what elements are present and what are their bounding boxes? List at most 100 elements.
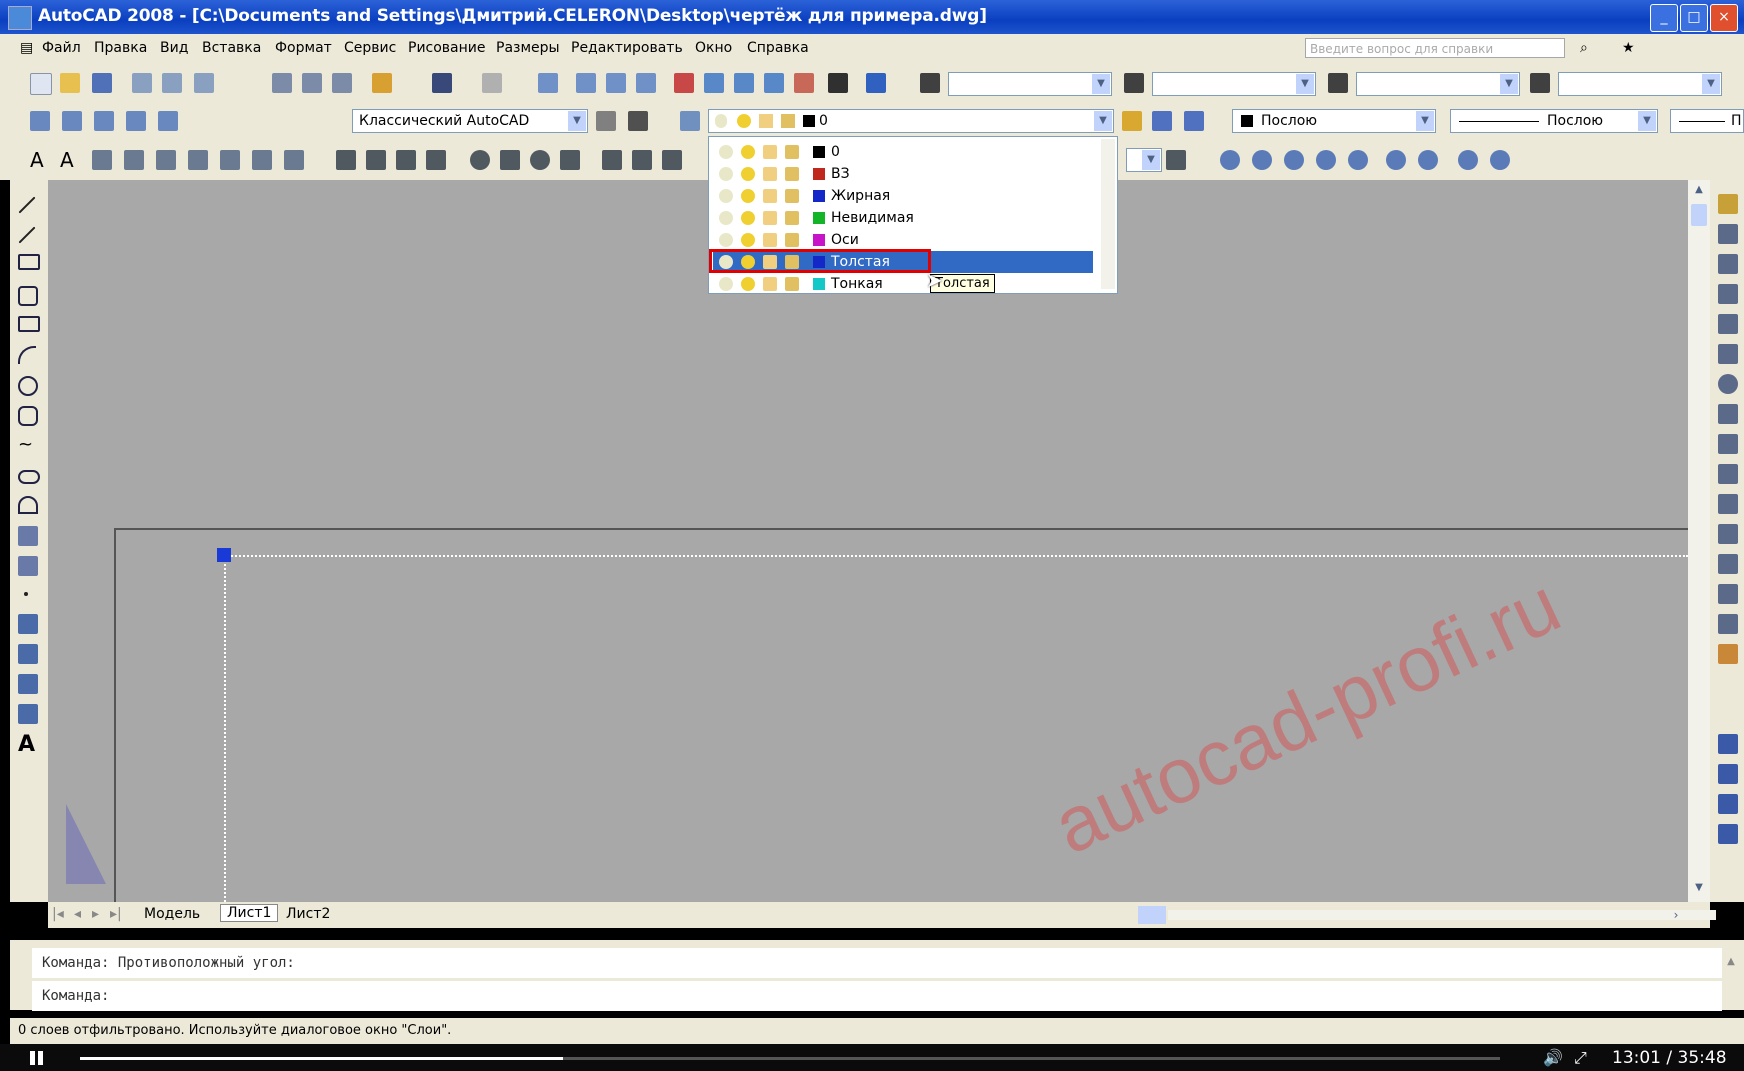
arc-icon[interactable]	[18, 346, 36, 364]
workspace-lock-icon[interactable]	[628, 111, 648, 131]
maximize-button[interactable]: □	[1680, 4, 1708, 32]
point-icon[interactable]	[24, 592, 28, 596]
dim-style-icon[interactable]	[1124, 73, 1144, 93]
stretch-icon[interactable]	[1718, 434, 1738, 454]
search-icon[interactable]: ⌕	[1580, 40, 1588, 56]
polyline-icon[interactable]	[18, 254, 40, 270]
print-icon[interactable]	[132, 73, 152, 93]
help-icon[interactable]	[866, 73, 886, 93]
layer-item[interactable]: Жирная	[713, 185, 1093, 207]
tab-nav-prev-icon[interactable]: ◂	[74, 906, 81, 922]
menu-insert[interactable]: Вставка	[202, 40, 261, 56]
rectangle-icon[interactable]	[18, 316, 40, 332]
convert-text-icon[interactable]	[284, 150, 304, 170]
pause-icon[interactable]	[30, 1051, 35, 1065]
sun-icon[interactable]	[741, 233, 755, 247]
fillet-icon[interactable]	[1718, 614, 1738, 634]
multiline-text-tool-icon[interactable]: A	[18, 734, 38, 756]
send-back-icon[interactable]	[1718, 794, 1738, 814]
viewport-freeze-icon[interactable]	[763, 189, 777, 203]
move-icon[interactable]	[1718, 344, 1738, 364]
zoom-scale-icon[interactable]	[1284, 150, 1304, 170]
ellipse-arc-icon[interactable]	[18, 496, 38, 514]
angular-dimension-icon[interactable]	[560, 150, 580, 170]
lock-icon[interactable]	[785, 233, 799, 247]
join-icon[interactable]	[1718, 554, 1738, 574]
text-style-manager-icon[interactable]	[188, 150, 208, 170]
lock-icon[interactable]	[785, 189, 799, 203]
menu-edit[interactable]: Правка	[94, 40, 147, 56]
sheet-icon[interactable]	[158, 111, 178, 131]
quick-dimension-icon[interactable]	[602, 150, 622, 170]
menu-modify[interactable]: Редактировать	[571, 40, 683, 56]
layer-item[interactable]: 0	[713, 141, 1093, 163]
zoom-window-icon[interactable]	[606, 73, 626, 93]
sun-icon[interactable]	[741, 145, 755, 159]
layer-color-swatch[interactable]	[813, 146, 825, 158]
lightbulb-icon[interactable]	[719, 233, 733, 247]
minimize-button[interactable]: _	[1650, 4, 1678, 32]
tab-nav-next-icon[interactable]: ▸	[92, 906, 99, 922]
diameter-dimension-icon[interactable]	[530, 150, 550, 170]
offset-icon[interactable]	[1718, 284, 1738, 304]
layer-combo[interactable]: 0 ▼	[708, 109, 1114, 133]
layout-icon[interactable]	[94, 111, 114, 131]
menu-draw[interactable]: Рисование	[408, 40, 486, 56]
properties-icon[interactable]	[674, 73, 694, 93]
menu-dimension[interactable]: Размеры	[496, 40, 560, 56]
extend-icon[interactable]	[1718, 494, 1738, 514]
hscroll-left[interactable]	[1138, 906, 1166, 924]
help-search-input[interactable]: Введите вопрос для справки	[1305, 38, 1565, 58]
aligned-dimension-icon[interactable]	[366, 150, 386, 170]
layer-color-swatch[interactable]	[813, 278, 825, 290]
array-icon[interactable]	[1718, 314, 1738, 334]
multiline-text-icon[interactable]: A	[60, 150, 80, 170]
make-current-layer-icon[interactable]	[1122, 111, 1142, 131]
zoom-out-icon[interactable]	[1418, 150, 1438, 170]
plot-preview-icon[interactable]	[162, 73, 182, 93]
scale-text-icon[interactable]	[220, 150, 240, 170]
dropdown-scrollbar[interactable]	[1101, 139, 1115, 289]
zoom-window-icon-2[interactable]	[1220, 150, 1240, 170]
jogged-dimension-icon[interactable]	[500, 150, 520, 170]
dim-update-icon[interactable]	[1166, 150, 1186, 170]
volume-icon[interactable]: 🔊	[1543, 1048, 1563, 1067]
layer-item[interactable]: ВЗ	[713, 163, 1093, 185]
scroll-thumb[interactable]	[1691, 204, 1707, 226]
copy-icon[interactable]	[302, 73, 322, 93]
workspace-icon[interactable]	[30, 111, 50, 131]
text-icon[interactable]: A	[30, 150, 50, 170]
text-style-combo[interactable]: ▼	[948, 72, 1112, 96]
redo-icon[interactable]	[482, 73, 502, 93]
dim-combo[interactable]: ▼	[1126, 148, 1162, 172]
make-block-icon[interactable]	[18, 556, 38, 576]
close-button[interactable]: ×	[1710, 4, 1738, 32]
layer-item[interactable]: Толстая	[709, 249, 1093, 273]
menu-window[interactable]: Окно	[695, 40, 732, 56]
baseline-dimension-icon[interactable]	[632, 150, 652, 170]
undo-icon[interactable]	[432, 73, 452, 93]
linetype-combo[interactable]: Послою ▼	[1450, 109, 1658, 133]
justify-text-icon[interactable]	[252, 150, 272, 170]
zoom-object-icon[interactable]	[1348, 150, 1368, 170]
calculator-icon[interactable]	[828, 73, 848, 93]
rotate-icon[interactable]	[1718, 374, 1738, 394]
menu-view[interactable]: Вид	[160, 40, 188, 56]
polygon-icon[interactable]	[18, 286, 38, 306]
menu-file[interactable]: Файл	[42, 40, 81, 56]
layer-item[interactable]: Невидимая	[713, 207, 1093, 229]
paste-icon[interactable]	[332, 73, 352, 93]
command-scroll-icon[interactable]: ▲	[1722, 950, 1740, 974]
open-file-icon[interactable]	[60, 73, 80, 93]
fullscreen-icon[interactable]: ⤢	[1574, 1048, 1587, 1068]
zoom-extents-icon[interactable]	[1490, 150, 1510, 170]
viewport-freeze-icon[interactable]	[763, 277, 777, 291]
lightbulb-icon[interactable]	[719, 277, 733, 291]
command-input[interactable]: Команда:	[32, 981, 1722, 1011]
layer-previous-icon[interactable]	[1152, 111, 1172, 131]
break-icon[interactable]	[1718, 524, 1738, 544]
layer-color-swatch[interactable]	[813, 234, 825, 246]
tab-sheet2[interactable]: Лист2	[286, 906, 330, 922]
tool-palettes-icon[interactable]	[734, 73, 754, 93]
line-icon[interactable]	[18, 196, 36, 214]
